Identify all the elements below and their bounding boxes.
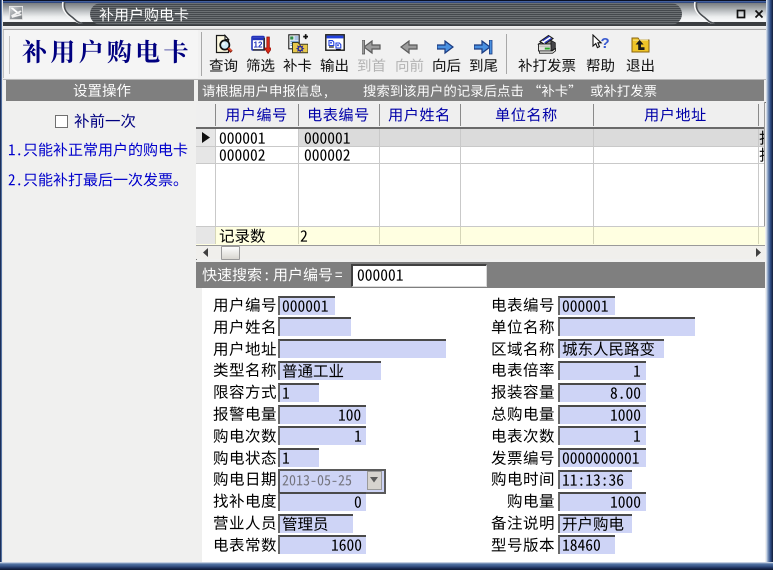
svg-text:12: 12 — [253, 41, 262, 50]
svg-text:?: ? — [600, 35, 609, 52]
